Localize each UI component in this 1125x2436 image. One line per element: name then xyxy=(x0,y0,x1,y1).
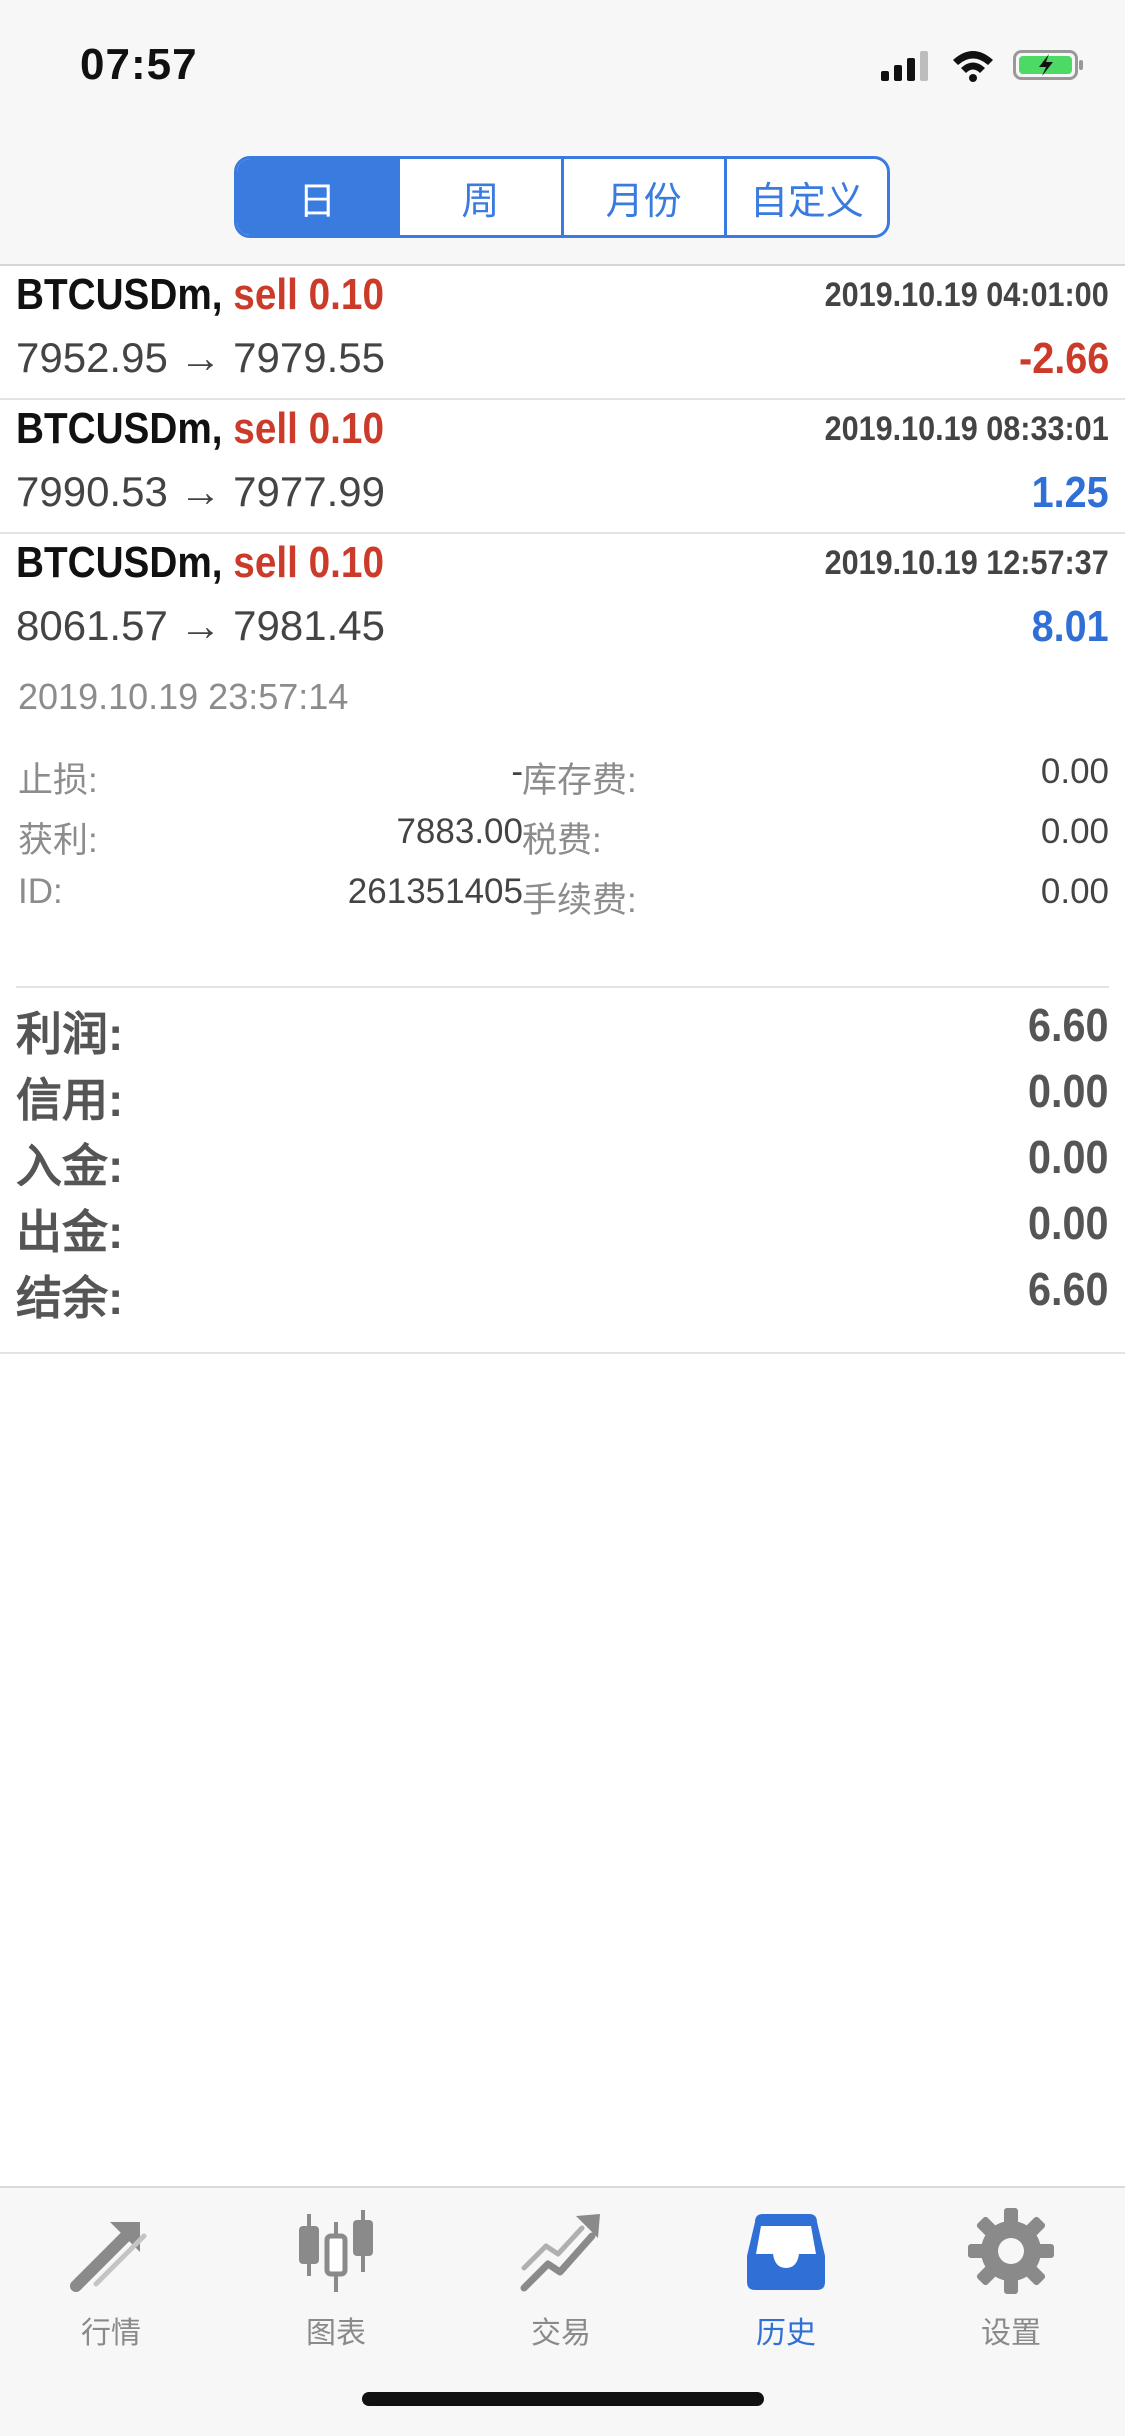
summary-row-balance: 结余: 6.60 xyxy=(16,1262,1109,1328)
period-tab-week[interactable]: 周 xyxy=(397,159,560,235)
summary-label: 信用: xyxy=(16,1074,124,1126)
tab-label: 设置 xyxy=(981,2317,1041,2350)
summary-value: 0.00 xyxy=(1028,1197,1109,1249)
trade-symbol-line: BTCUSDm, sell 0.10 xyxy=(16,270,384,320)
id-label: ID: xyxy=(18,872,63,911)
trade-side: sell 0.10 xyxy=(233,404,385,453)
tab-label: 行情 xyxy=(81,2317,141,2350)
trade-profit: 8.01 xyxy=(1031,602,1109,651)
trade-symbol-line: BTCUSDm, sell 0.10 xyxy=(16,538,384,588)
trade-time: 2019.10.19 12:57:37 xyxy=(824,544,1109,582)
history-list: BTCUSDm, sell 0.10 2019.10.19 04:01:00 7… xyxy=(0,266,1125,1354)
tab-trade[interactable]: 交易 xyxy=(481,2206,641,2356)
trade-time: 2019.10.19 08:33:01 xyxy=(824,410,1109,448)
period-tab-month[interactable]: 月份 xyxy=(560,159,724,235)
quotes-icon xyxy=(70,2222,147,2292)
tab-label: 交易 xyxy=(531,2317,591,2350)
detail-row: 获利: 7883.00 税费: 0.00 xyxy=(18,812,1109,872)
tab-chart[interactable]: 图表 xyxy=(256,2206,416,2356)
gear-icon xyxy=(968,2208,1054,2294)
period-selector: 日 周 月份 自定义 xyxy=(234,156,890,238)
trade-symbol-line: BTCUSDm, sell 0.10 xyxy=(16,404,384,454)
wifi-icon xyxy=(953,51,993,82)
trade-prices: 7990.53 → 7977.99 xyxy=(16,468,385,515)
summary-row-deposit: 入金: 0.00 xyxy=(16,1130,1109,1196)
commission-label: 手续费: xyxy=(522,881,637,920)
take-profit-label: 获利: xyxy=(18,821,98,860)
take-profit-value: 7883.00 xyxy=(396,812,523,851)
trade-prices: 8061.57 → 7981.45 xyxy=(16,602,385,649)
tab-settings[interactable]: 设置 xyxy=(931,2206,1091,2356)
trade-prices: 7952.95 → 7979.55 xyxy=(16,334,385,381)
detail-row: 止损: - 库存费: 0.00 xyxy=(18,752,1109,812)
summary-value: 6.60 xyxy=(1028,1263,1109,1315)
id-value: 261351405 xyxy=(347,872,523,911)
trade-row[interactable]: BTCUSDm, sell 0.10 2019.10.19 04:01:00 7… xyxy=(0,266,1125,400)
trade-symbol: BTCUSDm, xyxy=(16,404,223,453)
tab-label: 历史 xyxy=(756,2317,816,2350)
trade-time: 2019.10.19 04:01:00 xyxy=(824,276,1109,314)
summary-row-credit: 信用: 0.00 xyxy=(16,1064,1109,1130)
tab-quotes[interactable]: 行情 xyxy=(31,2206,191,2356)
trade-symbol: BTCUSDm, xyxy=(16,270,223,319)
account-summary: 利润: 6.60 信用: 0.00 入金: 0.00 出金: 0.00 结余: … xyxy=(0,988,1125,1354)
history-icon xyxy=(747,2214,825,2290)
top-bar: 07:57 日 周 月份 自定义 xyxy=(0,0,1125,266)
period-tab-day[interactable]: 日 xyxy=(237,159,398,235)
trade-profit: -2.66 xyxy=(1018,334,1109,383)
period-tab-custom[interactable]: 自定义 xyxy=(723,159,887,235)
swap-value: 0.00 xyxy=(1040,752,1109,791)
tax-value: 0.00 xyxy=(1040,812,1109,851)
trade-details: 2019.10.19 23:57:14 止损: - 库存费: 0.00 获利: … xyxy=(16,668,1109,988)
commission-value: 0.00 xyxy=(1040,872,1109,911)
close-time: 2019.10.19 23:57:14 xyxy=(18,676,349,717)
chart-icon xyxy=(299,2210,373,2292)
trade-row[interactable]: BTCUSDm, sell 0.10 2019.10.19 08:33:01 7… xyxy=(0,400,1125,534)
summary-value: 0.00 xyxy=(1028,1131,1109,1183)
tab-label: 图表 xyxy=(306,2317,366,2350)
trade-side: sell 0.10 xyxy=(233,270,385,319)
stop-loss-label: 止损: xyxy=(18,761,98,800)
summary-label: 利润: xyxy=(16,1008,124,1060)
summary-value: 0.00 xyxy=(1028,1065,1109,1117)
trade-symbol: BTCUSDm, xyxy=(16,538,223,587)
trade-row-expanded[interactable]: BTCUSDm, sell 0.10 2019.10.19 12:57:37 8… xyxy=(0,534,1125,668)
trade-profit: 1.25 xyxy=(1031,468,1109,517)
summary-value: 6.60 xyxy=(1028,999,1109,1051)
summary-label: 出金: xyxy=(16,1206,124,1258)
tax-label: 税费: xyxy=(522,821,602,860)
tab-history[interactable]: 历史 xyxy=(706,2206,866,2356)
trade-side: sell 0.10 xyxy=(233,538,385,587)
summary-label: 入金: xyxy=(16,1140,124,1192)
battery-icon xyxy=(1013,50,1083,80)
status-icons xyxy=(881,48,1085,82)
status-time: 07:57 xyxy=(80,40,198,89)
swap-label: 库存费: xyxy=(522,761,637,800)
detail-row: ID: 261351405 手续费: 0.00 xyxy=(18,872,1109,932)
summary-row-withdrawal: 出金: 0.00 xyxy=(16,1196,1109,1262)
summary-row-profit: 利润: 6.60 xyxy=(16,998,1109,1064)
signal-icon xyxy=(881,51,928,81)
home-indicator[interactable] xyxy=(362,2392,764,2406)
summary-label: 结余: xyxy=(16,1272,124,1324)
trade-icon xyxy=(520,2214,600,2292)
